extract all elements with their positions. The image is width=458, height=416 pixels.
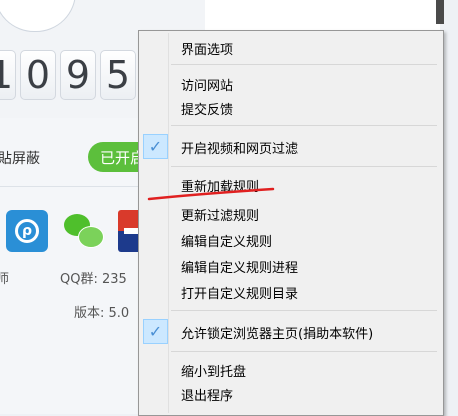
icon-caption: 师 — [0, 272, 10, 287]
menu-item-submit-feedback[interactable]: 提交反馈 — [141, 95, 439, 120]
menu-item-exit[interactable]: 退出程序 — [141, 381, 439, 406]
window-edge — [436, 0, 444, 24]
menu-item-edit-custom-rule-process[interactable]: 编辑自定义规则进程 — [141, 253, 439, 278]
menu-item-label: 退出程序 — [181, 389, 234, 404]
menu-separator — [171, 351, 437, 352]
menu-item-minimize-to-tray[interactable]: 缩小到托盘 — [141, 357, 439, 382]
menu-separator — [171, 64, 437, 65]
counter-digit: 1 — [0, 50, 16, 100]
menu-item-label: 编辑自定义规则进程 — [181, 261, 299, 276]
menu-item-label: 开启视频和网页过滤 — [181, 142, 299, 157]
menu-item-visit-website[interactable]: 访问网站 — [141, 71, 439, 96]
checkmark-icon: ✓ — [143, 134, 168, 159]
menu-item-edit-custom-rules[interactable]: 编辑自定义规则 — [141, 227, 439, 252]
menu-separator — [171, 125, 437, 126]
menu-item-label: 界面选项 — [181, 43, 234, 58]
block-counter: 1 0 9 5 — [0, 50, 140, 102]
menu-item-label: 访问网站 — [181, 79, 234, 94]
menu-item-label: 缩小到托盘 — [181, 365, 247, 380]
counter-digit: 0 — [20, 50, 56, 100]
checkmark-icon: ✓ — [143, 319, 168, 344]
menu-item-label: 编辑自定义规则 — [181, 235, 273, 250]
counter-digit: 9 — [60, 50, 96, 100]
menu-item-lock-browser-homepage[interactable]: ✓ 允许锁定浏览器主页(捐助本软件) — [141, 319, 439, 344]
menu-item-label: 打开自定义规则目录 — [181, 287, 299, 302]
menu-item-label: 提交反馈 — [181, 103, 234, 118]
p-app-icon[interactable]: ρ — [6, 210, 48, 252]
qq-group-label: QQ群: 235 — [60, 272, 127, 287]
version-label: 版本: 5.0 — [74, 306, 130, 321]
menu-separator — [171, 166, 437, 167]
menu-item-label: 允许锁定浏览器主页(捐助本软件) — [181, 327, 374, 342]
menu-item-label: 更新过滤规则 — [181, 209, 260, 224]
menu-item-enable-filter[interactable]: ✓ 开启视频和网页过滤 — [141, 134, 439, 159]
red-blue-app-icon[interactable] — [118, 210, 140, 252]
menu-separator — [171, 310, 437, 311]
menu-item-interface-options[interactable]: 界面选项 — [141, 35, 439, 60]
menu-item-update-filter-rules[interactable]: 更新过滤规则 — [141, 201, 439, 226]
menu-item-open-custom-rule-dir[interactable]: 打开自定义规则目录 — [141, 279, 439, 304]
red-annotation-underline — [147, 187, 275, 201]
block-label: 貼屏蔽 — [0, 151, 40, 167]
counter-digit: 5 — [100, 50, 136, 100]
wechat-icon[interactable] — [62, 210, 104, 252]
background-window — [205, 0, 440, 32]
context-menu: 界面选项 访问网站 提交反馈 ✓ 开启视频和网页过滤 重新加载规则 更新过滤规则… — [138, 30, 444, 416]
